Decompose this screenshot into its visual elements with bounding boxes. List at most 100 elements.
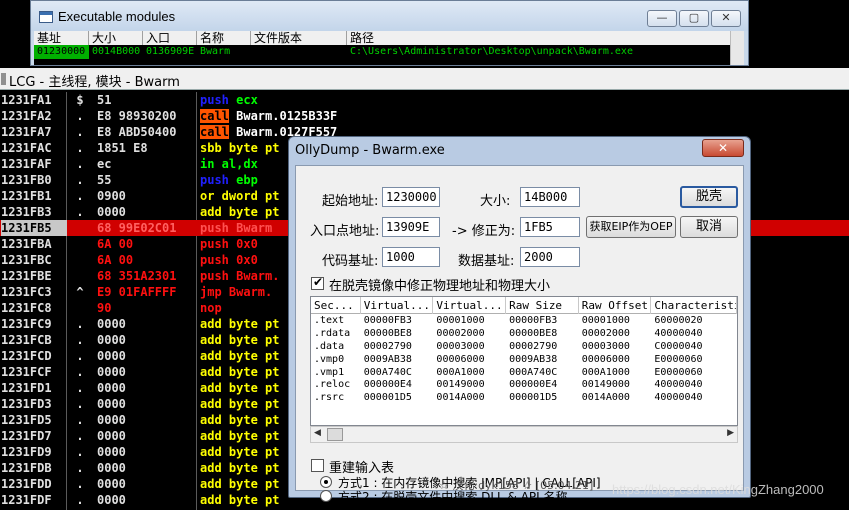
section-cell: 00003000: [436, 340, 485, 352]
column-header[interactable]: Raw Offset: [579, 297, 652, 314]
disasm-command: push ebp: [200, 172, 258, 188]
close-button[interactable]: ✕: [702, 139, 744, 157]
vertical-scrollbar[interactable]: [730, 31, 744, 65]
oep-field[interactable]: 1FB5: [520, 217, 580, 237]
disasm-address: 1231FB1: [1, 189, 52, 203]
section-cell: 00000BE8: [363, 327, 412, 339]
table-row[interactable]: .data 00002790 00003000 00002790 00003000 C00…: [311, 340, 737, 353]
module-entry: 0136909E: [146, 46, 195, 57]
disasm-token: add byte pt: [200, 429, 280, 443]
module-size: 0014B000: [92, 46, 141, 57]
section-cell: 000000E4: [363, 379, 412, 391]
rebuild-import-checkbox[interactable]: [311, 459, 324, 472]
disasm-address: 1231FD5: [1, 413, 52, 427]
disasm-command: sbb byte pt: [200, 140, 279, 156]
section-cell: 40000040: [654, 392, 703, 404]
get-eip-as-oep-button[interactable]: 获取EIP作为OEP: [586, 216, 676, 238]
disasm-token: or dword pt: [200, 189, 280, 203]
data-base-field[interactable]: 2000: [520, 247, 580, 267]
disasm-token: add byte pt: [200, 349, 280, 363]
table-row[interactable]: .vmp1 000A740C 000A1000 000A740C 000A1000 E00…: [311, 366, 737, 379]
section-cell: 0014A000: [436, 392, 485, 404]
section-cell: 00000FB3: [509, 315, 558, 326]
window-icon: [39, 11, 53, 23]
disasm-command: add byte pt: [200, 476, 279, 492]
disasm-hex: 51: [97, 93, 112, 107]
modules-titlebar[interactable]: Executable modules — ▢ ✕: [31, 1, 748, 31]
table-row[interactable]: .reloc 000000E4 00149000 000000E4 00149000 40…: [311, 378, 737, 391]
method1-radio[interactable]: [320, 476, 332, 488]
column-header[interactable]: Virtual...: [433, 297, 507, 314]
section-cell: E0000060: [654, 366, 703, 378]
scroll-right-icon[interactable]: ▶: [727, 428, 734, 438]
disasm-hex: 90: [97, 301, 112, 315]
disasm-token: nop: [200, 301, 222, 315]
disasm-hex: 0000: [97, 413, 126, 427]
dump-button[interactable]: 脱壳: [680, 186, 738, 208]
disasm-token: ecx: [228, 93, 258, 107]
lcg-title: LCG - 主线程, 模块 - Bwarm: [9, 75, 180, 90]
column-header[interactable]: 文件版本: [251, 31, 347, 45]
disasm-token: add byte pt: [200, 317, 280, 331]
disasm-token: add byte pt: [200, 333, 280, 347]
entry-point-field[interactable]: 13909E: [382, 217, 440, 237]
fix-raw-checkbox[interactable]: [311, 275, 324, 290]
disasm-marker: .: [76, 189, 84, 203]
scroll-left-icon[interactable]: ◀: [314, 428, 321, 438]
disasm-command: push Bwarm.: [200, 268, 279, 284]
disasm-marker: $: [76, 93, 84, 107]
module-base: 01230000: [34, 45, 89, 59]
table-row[interactable]: .rdata 00000BE8 00002000 00000BE8 00002000 40…: [311, 327, 737, 340]
table-row[interactable]: .rsrc 000001D5 0014A000 000001D5 0014A000 400…: [311, 391, 737, 404]
disasm-command: add byte pt: [200, 444, 279, 460]
horizontal-scrollbar[interactable]: ◀ ▶: [310, 426, 738, 443]
lcg-titlebar[interactable]: LCG - 主线程, 模块 - Bwarm: [0, 68, 849, 90]
maximize-button[interactable]: ▢: [679, 10, 709, 27]
sections-table[interactable]: Sec... Virtual... Virtual... Raw Size Ra…: [310, 296, 738, 426]
disasm-marker: .: [76, 445, 84, 459]
disasm-command: nop: [200, 300, 222, 316]
module-path: C:\Users\Administrator\Desktop\unpack\Bw…: [350, 46, 633, 57]
table-row[interactable]: 01230000 0014B000 0136909E Bwarm C:\User…: [34, 45, 731, 59]
disasm-token: sbb byte pt: [200, 141, 280, 155]
disasm-command: push Bwarm: [200, 220, 272, 236]
column-header[interactable]: 路径: [347, 31, 731, 45]
close-button[interactable]: ✕: [711, 10, 741, 27]
start-address-field[interactable]: 1230000: [382, 187, 440, 207]
column-header[interactable]: 入口: [143, 31, 197, 45]
column-header[interactable]: 大小: [89, 31, 143, 45]
disasm-command: add byte pt: [200, 460, 279, 476]
disasm-token: add byte pt: [200, 493, 280, 507]
fix-to-label: -> 修正为:: [452, 224, 516, 239]
section-cell: .vmp1: [314, 366, 345, 378]
table-row[interactable]: .text 00000FB3 00001000 00000FB3 00001000 600…: [311, 314, 737, 327]
disasm-token: push: [200, 173, 229, 187]
scroll-thumb[interactable]: [327, 428, 343, 441]
disasm-token: add byte pt: [200, 397, 280, 411]
disasm-marker: .: [76, 429, 84, 443]
size-field[interactable]: 14B000: [520, 187, 580, 207]
column-header[interactable]: Sec...: [311, 297, 361, 314]
disasm-row[interactable]: 1231FA1 $51 push ecx: [0, 92, 849, 108]
cancel-button[interactable]: 取消: [680, 216, 738, 238]
disasm-token: add byte pt: [200, 365, 280, 379]
module-name: Bwarm: [200, 46, 231, 57]
column-header[interactable]: Raw Size: [506, 297, 579, 314]
column-header[interactable]: Virtual...: [361, 297, 434, 314]
section-cell: E0000060: [654, 353, 703, 365]
disasm-address: 1231FB3: [1, 205, 52, 219]
column-header[interactable]: Characteristic: [651, 297, 737, 314]
table-row[interactable]: .vmp0 0009AB38 00006000 0009AB38 00006000 E00…: [311, 353, 737, 366]
minimize-button[interactable]: —: [647, 10, 677, 27]
modules-table[interactable]: 基址 大小 入口 名称 文件版本 路径 01230000 0014B000 01…: [34, 31, 731, 65]
disasm-command: add byte pt: [200, 204, 279, 220]
method2-radio[interactable]: [320, 490, 332, 502]
modules-table-header: 基址 大小 入口 名称 文件版本 路径: [34, 31, 731, 45]
section-cell: 40000040: [654, 327, 703, 339]
code-base-field[interactable]: 1000: [382, 247, 440, 267]
column-header[interactable]: 基址: [34, 31, 89, 45]
disasm-address: 1231FAC: [1, 141, 52, 155]
column-header[interactable]: 名称: [197, 31, 251, 45]
disasm-command: push 0x0: [200, 236, 258, 252]
disasm-row[interactable]: 1231FA2. E8 98930200 call Bwarm.0125B33F: [0, 108, 849, 124]
